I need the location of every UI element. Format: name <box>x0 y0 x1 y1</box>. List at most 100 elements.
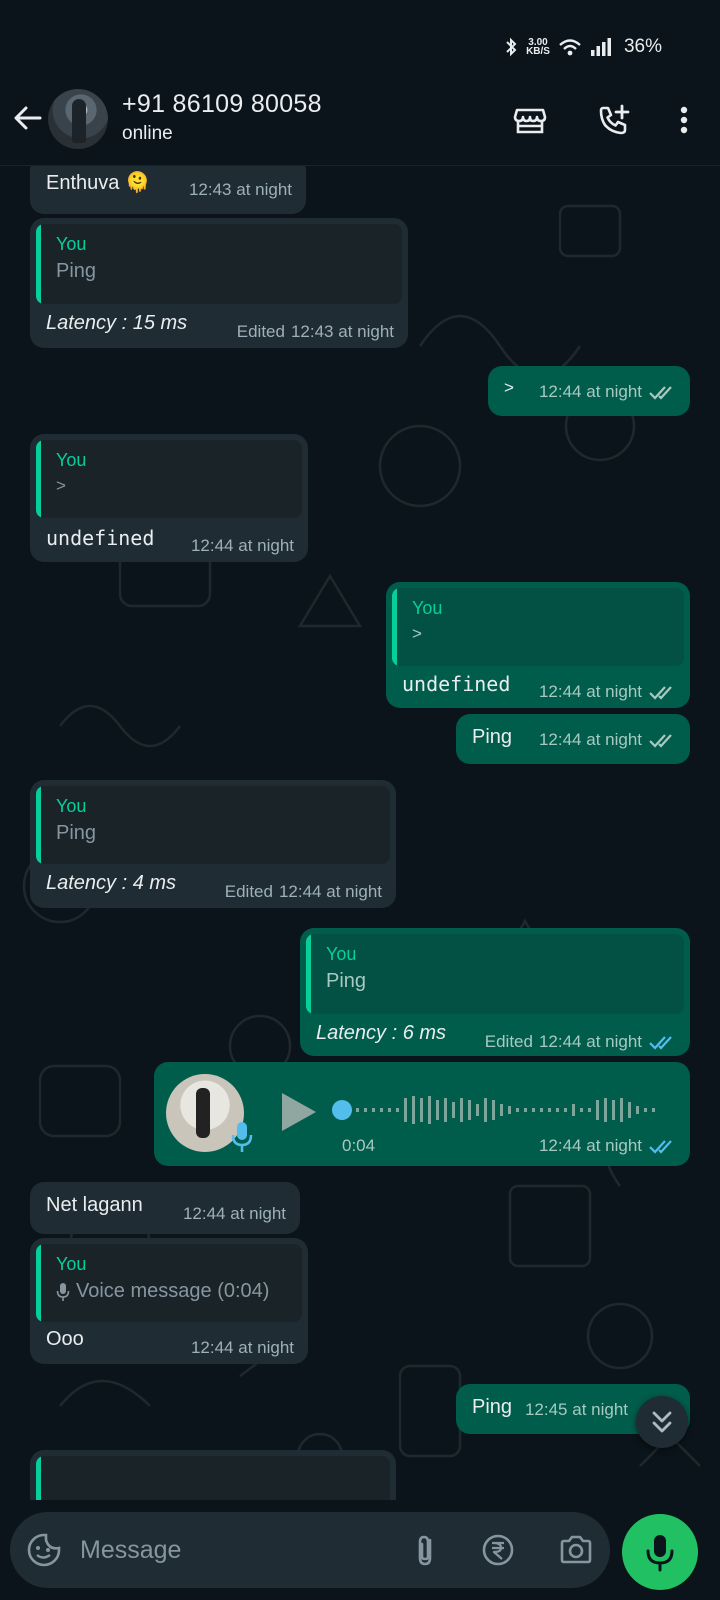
bluetooth-icon <box>506 37 517 57</box>
store-icon[interactable] <box>510 100 550 140</box>
message-text: Ping <box>472 1396 513 1418</box>
double-chevron-down-icon <box>652 1411 672 1433</box>
message-bubble-incoming[interactable]: Net lagann 12:44 at night <box>30 1182 300 1234</box>
message-meta: Edited 12:44 at night <box>225 882 382 902</box>
message-meta: Edited 12:44 at night <box>485 1032 676 1052</box>
message-bubble-incoming[interactable]: You > undefined 12:44 at night <box>30 434 308 562</box>
message-meta: 12:44 at night <box>539 382 676 402</box>
message-time: 12:44 at night <box>538 1032 642 1051</box>
message-placeholder: Message <box>80 1536 182 1564</box>
message-bubble-outgoing[interactable]: > 12:44 at night <box>488 366 690 416</box>
message-text: Ooo <box>46 1328 84 1350</box>
voice-duration: 0:04 <box>342 1136 376 1155</box>
message-bubble-outgoing[interactable]: Ping 12:44 at night <box>456 714 690 764</box>
quote-author: You <box>326 944 357 964</box>
edited-label: Edited <box>224 882 273 901</box>
double-check-icon <box>649 386 672 400</box>
scroll-to-bottom-button[interactable] <box>636 1396 688 1448</box>
wifi-icon <box>559 39 581 56</box>
message-bubble-incoming[interactable]: Enthuva 🫠 12:43 at night <box>30 166 306 214</box>
quote-text: Ping <box>326 970 367 992</box>
quote-author: You <box>56 796 87 816</box>
message-bubble-incoming[interactable]: You Voice message (0:04) Ooo 12:44 at ni… <box>30 1238 308 1364</box>
message-meta: 12:44 at night <box>539 1136 676 1156</box>
edited-label: Edited <box>236 322 285 341</box>
quoted-message[interactable]: You > <box>392 588 684 666</box>
message-text: undefined <box>402 672 511 696</box>
message-bubble-outgoing[interactable]: You Ping Latency : 6 ms Edited 12:44 at … <box>300 928 690 1056</box>
message-bubble-incoming[interactable]: You Ping Latency : 4 ms Edited 12:44 at … <box>30 780 396 908</box>
message-text: Latency : 15 ms <box>46 312 188 334</box>
message-text: Latency : 6 ms <box>316 1022 447 1044</box>
rupee-icon[interactable] <box>478 1530 518 1570</box>
message-time: 12:44 at night <box>538 382 642 401</box>
avatar[interactable] <box>48 89 108 149</box>
message-text: Net lagann <box>46 1194 143 1216</box>
quote-author: You <box>56 1254 87 1274</box>
message-bubble-outgoing[interactable]: You > undefined 12:44 at night <box>386 582 690 708</box>
quote-text: Voice message (0:04) <box>56 1280 269 1303</box>
message-text: > <box>504 378 514 397</box>
quote-text: > <box>412 624 422 643</box>
quote-text: Ping <box>56 822 97 844</box>
paperclip-icon[interactable] <box>406 1530 446 1570</box>
quote-text: > <box>56 476 66 495</box>
contact-status: online <box>122 123 173 144</box>
double-check-icon <box>649 686 672 700</box>
waveform[interactable] <box>356 1090 656 1130</box>
message-time: 12:43 at night <box>290 322 394 341</box>
signal-icon <box>590 38 611 56</box>
sticker-icon[interactable] <box>24 1530 64 1570</box>
message-list[interactable]: Enthuva 🫠 12:43 at night You Ping Latenc… <box>0 166 720 1500</box>
message-composer: Message <box>0 1500 720 1600</box>
network-speed: 3.00 KB/S <box>526 38 550 57</box>
message-meta: Edited 12:43 at night <box>237 322 394 342</box>
status-icons: 3.00 KB/S 36% <box>504 36 662 58</box>
message-time: 12:43 at night <box>188 180 292 199</box>
message-time: 12:44 at night <box>538 1136 642 1155</box>
message-bubble-incoming[interactable] <box>30 1450 396 1500</box>
quoted-message[interactable]: You Ping <box>36 224 402 304</box>
double-check-icon <box>649 734 672 748</box>
speed-unit: KB/S <box>526 46 550 57</box>
playback-scrubber[interactable] <box>332 1100 352 1120</box>
message-bubble-incoming[interactable]: You Ping Latency : 15 ms Edited 12:43 at… <box>30 218 408 348</box>
mic-icon <box>231 1122 253 1152</box>
quote-text: Ping <box>56 260 97 282</box>
quoted-message[interactable]: You Voice message (0:04) <box>36 1244 302 1322</box>
message-time: 12:44 at night <box>190 536 294 555</box>
mic-icon <box>646 1535 674 1572</box>
message-time: 12:44 at night <box>538 730 642 749</box>
arrow-left-icon[interactable] <box>10 100 46 136</box>
message-time: 12:44 at night <box>278 882 382 901</box>
double-check-read-icon <box>649 1036 672 1050</box>
add-call-icon[interactable] <box>594 100 634 140</box>
contact-name[interactable]: +91 86109 80058 <box>122 90 322 119</box>
status-bar: 3.00 KB/S 36% <box>0 0 720 80</box>
quote-author: You <box>412 598 443 618</box>
quoted-message <box>36 1456 390 1500</box>
voice-record-button[interactable] <box>622 1514 698 1590</box>
more-vert-icon[interactable] <box>664 100 704 140</box>
message-meta: 12:44 at night <box>539 682 676 702</box>
message-text: Enthuva 🫠 <box>46 172 150 194</box>
message-meta: 12:44 at night <box>539 730 676 750</box>
message-text: Ping <box>472 726 513 748</box>
message-time: 12:44 at night <box>538 682 642 701</box>
quoted-message[interactable]: You Ping <box>306 934 684 1014</box>
message-text: Latency : 4 ms <box>46 872 177 894</box>
message-meta: 12:45 at night <box>525 1400 628 1420</box>
play-icon[interactable] <box>278 1090 318 1134</box>
quoted-message[interactable]: You Ping <box>36 786 390 864</box>
double-check-read-icon <box>649 1140 672 1154</box>
edited-label: Edited <box>484 1032 533 1051</box>
message-time: 12:44 at night <box>190 1338 294 1357</box>
message-time: 12:45 at night <box>524 1400 628 1419</box>
chat-header: +91 86109 80058 online <box>0 80 720 166</box>
message-text: undefined <box>46 526 155 550</box>
quoted-message[interactable]: You > <box>36 440 302 518</box>
camera-icon[interactable] <box>556 1530 596 1570</box>
voice-message-bubble[interactable]: 0:04 12:44 at night <box>154 1062 690 1166</box>
mic-icon <box>56 1282 70 1301</box>
message-input[interactable]: Message <box>10 1512 610 1588</box>
